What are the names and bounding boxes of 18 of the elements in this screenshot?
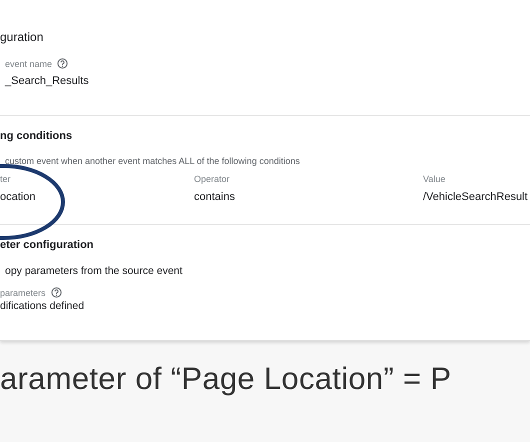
field-label: event name (5, 58, 52, 68)
help-icon[interactable] (50, 287, 62, 298)
condition-value: contains (194, 191, 236, 203)
section-title: guration (0, 30, 44, 44)
field-value: difications defined (0, 300, 86, 312)
section-description: opy parameters from the source event (4, 265, 184, 277)
column-label: Operator (194, 174, 231, 184)
field-label: parameters (0, 288, 46, 298)
caption-text: arameter of “Page Location” = P (0, 361, 452, 397)
section-title: ng conditions (0, 130, 74, 142)
section-description: custom event when another event matches ALL of the following conditions (4, 156, 301, 166)
column-label: ter (0, 174, 12, 184)
column-label: Value (423, 174, 446, 184)
help-icon[interactable] (57, 58, 68, 69)
section-title: eter configuration (0, 239, 95, 251)
condition-value: /VehicleSearchResult (423, 191, 529, 203)
condition-value: ocation (0, 191, 36, 203)
field-value: _Search_Results (5, 75, 90, 87)
